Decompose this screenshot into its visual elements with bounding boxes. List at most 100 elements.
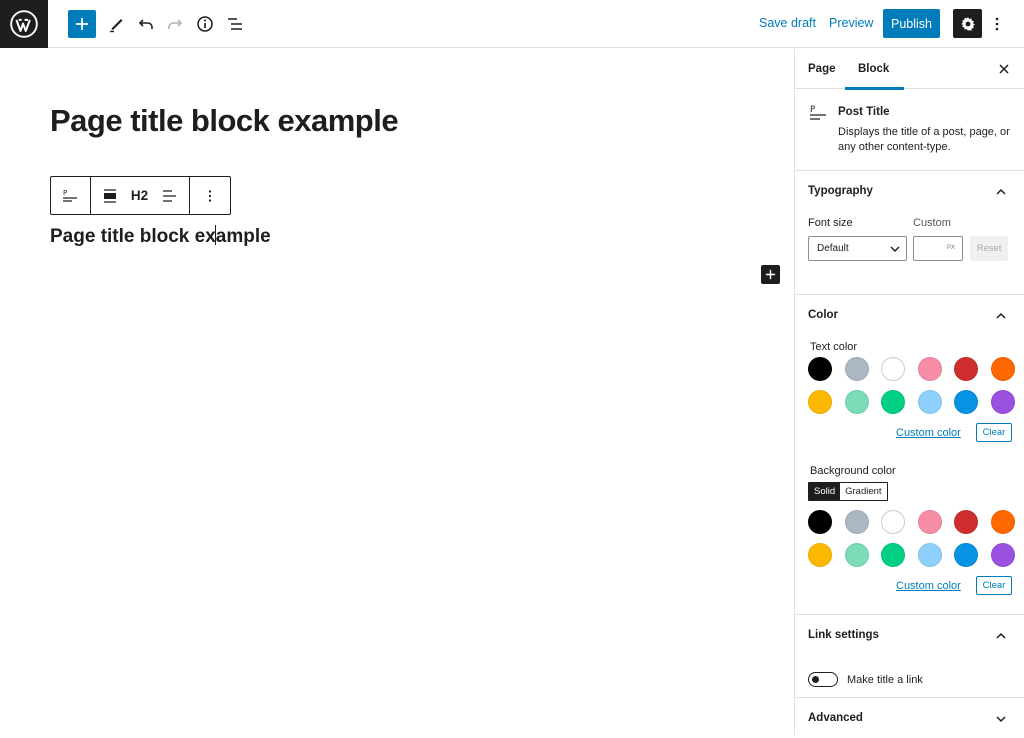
color-swatch[interactable] [990,543,1015,567]
redo-icon [168,19,183,29]
color-swatch[interactable] [954,510,979,534]
pencil-icon [110,19,123,33]
more-vertical-icon [995,17,999,31]
text-color-label: Text color [810,341,858,353]
font-size-select[interactable]: Default [808,236,907,261]
custom-font-size-input[interactable]: PX [913,236,963,261]
svg-text:P: P [810,105,815,115]
typography-panel: Typography Font size Custom Default PX R… [795,171,1024,295]
tools-button[interactable] [102,10,130,38]
chevron-down-icon [996,716,1006,723]
color-swatch[interactable] [990,510,1015,534]
heading-level-button[interactable]: H2 [131,188,148,203]
tab-page[interactable]: Page [808,63,836,75]
color-panel-toggle[interactable]: Color [795,295,1024,335]
svg-text:P: P [63,189,67,197]
undo-button[interactable] [132,10,160,38]
color-swatch[interactable] [808,543,832,567]
tab-block[interactable]: Block [844,63,905,90]
wordpress-logo-button[interactable] [0,0,48,48]
editor-header: Save draft Preview Publish [0,0,1024,48]
text-color-clear-button[interactable]: Clear [976,423,1012,442]
block-toolbar: P H2 [50,176,231,215]
color-swatch[interactable] [844,543,869,567]
color-panel: Color Text color Custom color Clear Back… [795,295,1024,615]
link-settings-panel-title: Link settings [808,629,879,641]
chevron-down-icon [890,246,900,252]
color-swatch[interactable] [954,390,979,414]
editor-canvas: Page title block example P H2 Page title… [0,49,794,735]
color-swatch[interactable] [808,357,832,381]
block-type-switcher[interactable]: P [51,177,91,214]
link-settings-panel-toggle[interactable]: Link settings [795,615,1024,655]
make-title-link-label: Make title a link [847,674,923,686]
color-swatch[interactable] [917,543,942,567]
block-card-description: Displays the title of a post, page, or a… [838,126,1010,153]
color-swatch[interactable] [808,510,832,534]
font-size-label: Font size [808,217,853,229]
post-title-text-rest: ample [215,226,271,247]
color-swatch[interactable] [917,357,942,381]
color-swatch[interactable] [844,510,869,534]
typography-panel-title: Typography [808,185,873,197]
plus-icon [765,269,776,280]
settings-sidebar: Page Block P Post Title Displays the tit… [794,49,1024,735]
typography-panel-toggle[interactable]: Typography [795,171,1024,211]
text-custom-color-link[interactable]: Custom color [896,427,961,439]
make-title-link-toggle[interactable] [808,672,838,687]
settings-button[interactable] [953,9,982,38]
post-title-icon: P [63,189,78,202]
link-settings-panel: Link settings Make title a link [795,615,1024,698]
color-swatch[interactable] [808,390,832,414]
color-swatch[interactable] [844,357,869,381]
color-swatch[interactable] [917,510,942,534]
color-swatch[interactable] [954,543,979,567]
block-inserter-button[interactable] [761,265,780,284]
color-swatch[interactable] [881,510,906,534]
sidebar-tabs: Page Block [795,49,1024,90]
color-swatch[interactable] [881,390,906,414]
align-full-icon[interactable] [103,188,117,203]
chevron-up-icon [996,632,1006,639]
background-color-clear-button[interactable]: Clear [976,576,1012,595]
post-title-block[interactable]: Page title block example [50,225,271,248]
info-icon [197,16,213,32]
post-title-icon: P [810,105,826,120]
background-custom-color-link[interactable]: Custom color [896,580,961,592]
plus-icon [76,18,88,30]
gradient-option[interactable]: Gradient [840,483,886,500]
text-color-palette [808,357,1015,414]
custom-size-label: Custom [913,217,951,229]
color-panel-title: Color [808,309,839,321]
publish-button[interactable]: Publish [883,9,940,38]
details-button[interactable] [191,10,219,38]
preview-button[interactable]: Preview [829,16,873,30]
redo-button[interactable] [161,10,189,38]
color-swatch[interactable] [881,543,906,567]
color-swatch[interactable] [990,390,1015,414]
background-color-palette [808,510,1015,567]
color-swatch[interactable] [990,357,1015,381]
reset-button[interactable]: Reset [970,236,1008,261]
advanced-panel-toggle[interactable]: Advanced [795,698,1024,738]
color-swatch[interactable] [954,357,979,381]
post-title-text: Page title block ex [50,226,216,247]
align-left-icon[interactable] [162,189,177,203]
save-draft-button[interactable]: Save draft [759,16,816,30]
more-vertical-icon [209,189,212,202]
background-type-toggle: Solid Gradient [808,482,888,501]
close-icon[interactable] [997,62,1011,76]
chevron-up-icon [996,188,1006,195]
color-swatch[interactable] [844,390,869,414]
list-view-button[interactable] [221,10,249,38]
options-menu-button[interactable] [988,12,1006,36]
block-more-options-button[interactable] [190,177,230,214]
list-view-icon [228,18,242,30]
wordpress-icon [10,10,38,38]
page-title[interactable]: Page title block example [50,103,399,139]
color-swatch[interactable] [881,357,906,381]
add-block-button[interactable] [68,10,96,38]
solid-option[interactable]: Solid [809,483,841,500]
color-swatch[interactable] [917,390,942,414]
chevron-up-icon [996,312,1006,319]
